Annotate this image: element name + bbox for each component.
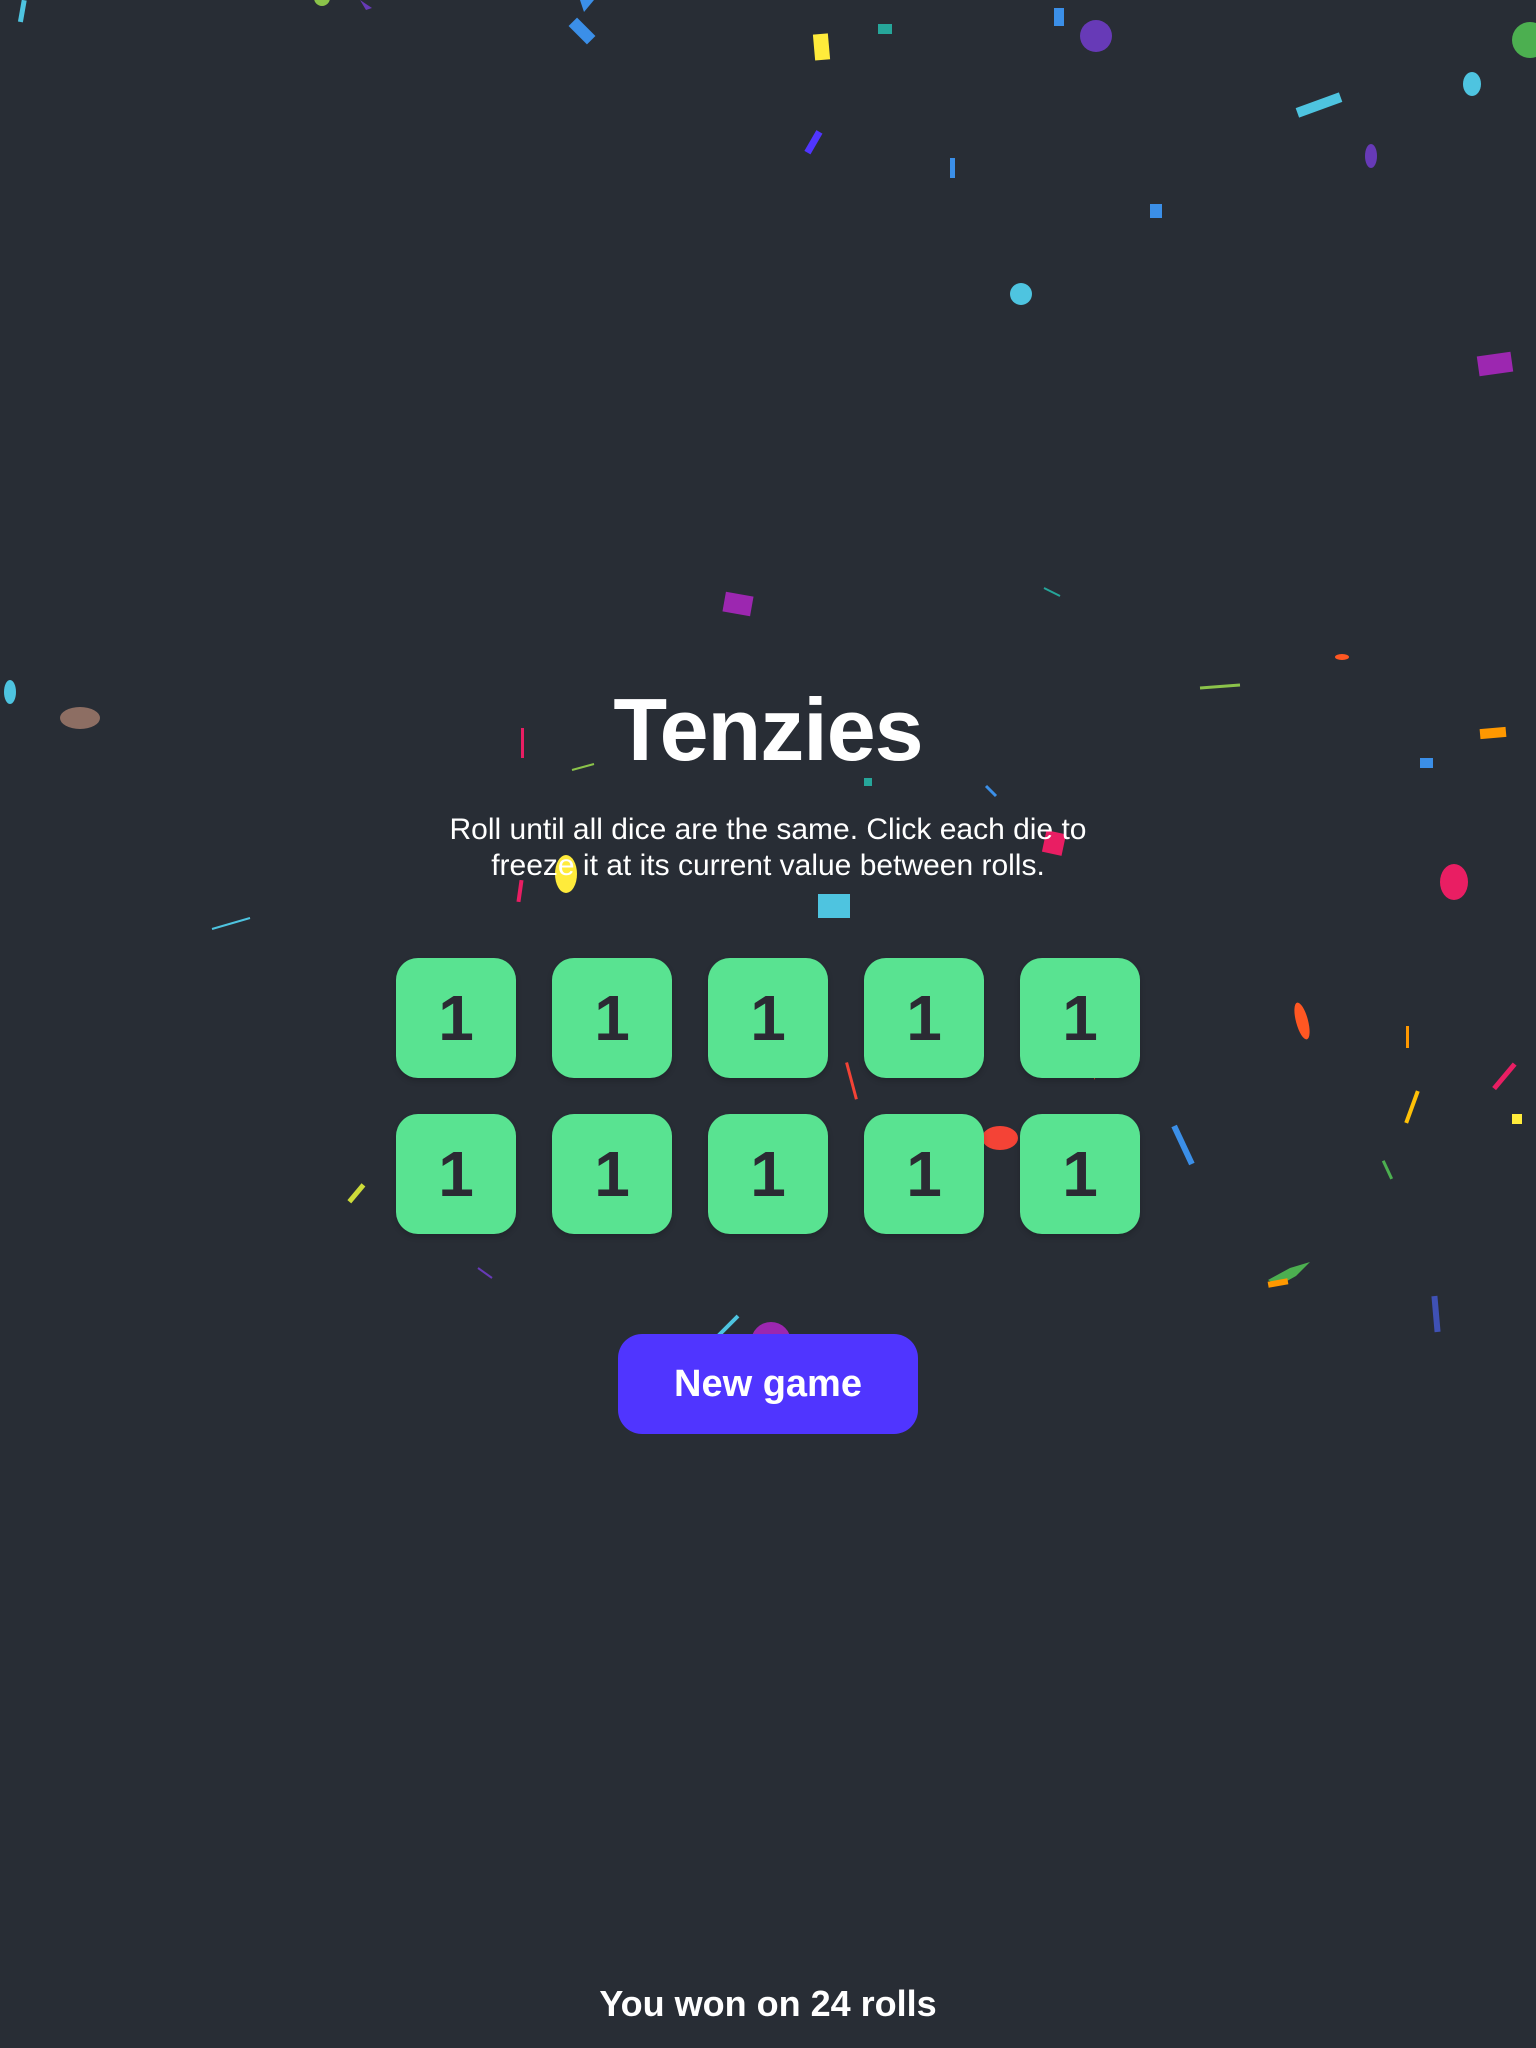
result-message: You won on 24 rolls <box>599 1983 937 2024</box>
die-4[interactable]: 1 <box>864 958 984 1078</box>
game-screen: Tenzies Roll until all dice are the same… <box>0 0 1536 2048</box>
die-7[interactable]: 1 <box>552 1114 672 1234</box>
die-3[interactable]: 1 <box>708 958 828 1078</box>
instructions-text: Roll until all dice are the same. Click … <box>449 813 1087 882</box>
die-9[interactable]: 1 <box>864 1114 984 1234</box>
die-8[interactable]: 1 <box>708 1114 828 1234</box>
die-5[interactable]: 1 <box>1020 958 1140 1078</box>
die-6[interactable]: 1 <box>396 1114 516 1234</box>
die-1[interactable]: 1 <box>396 958 516 1078</box>
page-title: Tenzies <box>613 680 923 779</box>
dice-grid: 1 1 1 1 1 1 1 1 1 1 <box>396 958 1140 1234</box>
die-10[interactable]: 1 <box>1020 1114 1140 1234</box>
new-game-button[interactable]: New game <box>618 1334 918 1434</box>
die-2[interactable]: 1 <box>552 958 672 1078</box>
